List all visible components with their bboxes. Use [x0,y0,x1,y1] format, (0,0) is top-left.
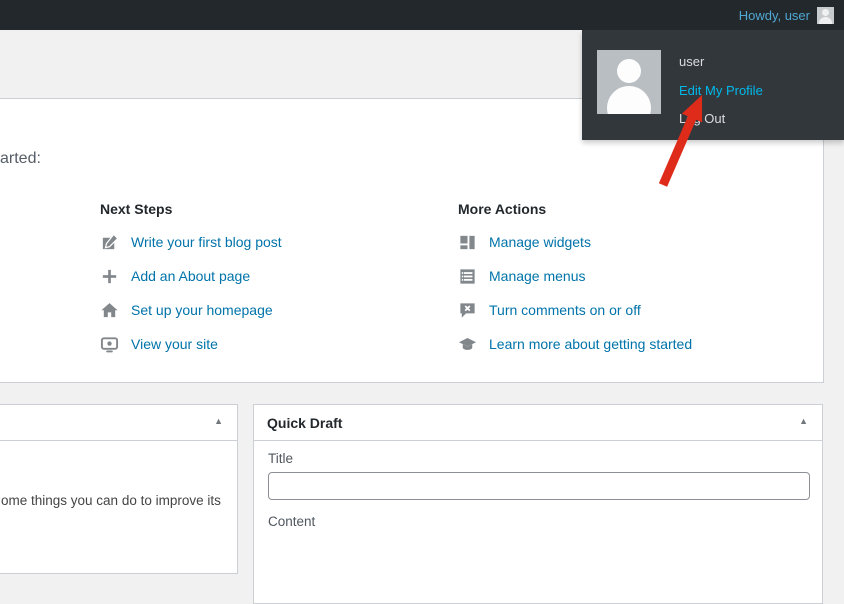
username-text: user [679,54,704,69]
link-label: Set up your homepage [131,302,273,318]
welcome-column-more-actions: More Actions Manage widgets [458,201,692,361]
quick-draft-title: Quick Draft [267,415,342,431]
view-site-icon [100,335,119,354]
collapse-arrow-icon[interactable]: ▲ [214,417,223,426]
write-first-post-link[interactable]: Write your first blog post [100,233,282,252]
next-steps-list: Write your first blog post Add an About … [100,225,282,361]
content-label: Content [268,514,808,529]
avatar-body [819,17,832,24]
more-actions-list: Manage widgets [458,225,692,361]
list-item: Turn comments on or off [458,293,692,327]
comments-icon [458,301,477,320]
widgets-icon [458,233,477,252]
learn-icon [458,335,477,354]
list-item: Manage widgets [458,225,692,259]
manage-widgets-link[interactable]: Manage widgets [458,233,591,252]
next-steps-heading: Next Steps [100,201,282,217]
panel-header: Quick Draft ▲ [254,405,822,441]
welcome-intro-fragment: arted: [0,150,41,168]
title-input[interactable] [268,472,810,500]
setup-homepage-link[interactable]: Set up your homepage [100,301,273,320]
manage-menus-link[interactable]: Manage menus [458,267,586,286]
site-health-panel: ▲ ome things you can do to improve its [0,404,238,574]
howdy-user-link[interactable]: Howdy, user [739,8,810,23]
list-item: Manage menus [458,259,692,293]
admin-bar: Howdy, user [0,0,844,30]
annotation-arrow-icon [640,85,720,200]
link-label: View your site [131,336,218,352]
menus-icon [458,267,477,286]
add-about-page-link[interactable]: Add an About page [100,267,250,286]
list-item: Set up your homepage [100,293,282,327]
list-item: View your site [100,327,282,361]
list-item: Learn more about getting started [458,327,692,361]
write-post-icon [100,233,119,252]
avatar-head [617,59,641,83]
link-label: Learn more about getting started [489,336,692,352]
avatar[interactable] [817,7,834,24]
view-site-link[interactable]: View your site [100,335,218,354]
panel-header: ▲ [0,405,237,441]
more-actions-heading: More Actions [458,201,692,217]
avatar-head [822,9,829,16]
dashboard-page: { "admin_bar": { "howdy": "Howdy, user" … [0,0,844,525]
collapse-arrow-icon[interactable]: ▲ [799,417,808,426]
link-label: Manage menus [489,268,586,284]
turn-comments-link[interactable]: Turn comments on or off [458,301,641,320]
home-icon [100,301,119,320]
welcome-column-next-steps: Next Steps Write your first blog post [100,201,282,361]
list-item: Write your first blog post [100,225,282,259]
quick-draft-panel: Quick Draft ▲ Title Content [253,404,823,604]
link-label: Turn comments on or off [489,302,641,318]
link-label: Manage widgets [489,234,591,250]
link-label: Add an About page [131,268,250,284]
title-label: Title [268,451,808,466]
panel-body-text: ome things you can do to improve its [1,493,221,508]
link-label: Write your first blog post [131,234,282,250]
quick-draft-body: Title Content [254,441,822,529]
list-item: Add an About page [100,259,282,293]
learn-more-link[interactable]: Learn more about getting started [458,335,692,354]
plus-icon [100,267,119,286]
